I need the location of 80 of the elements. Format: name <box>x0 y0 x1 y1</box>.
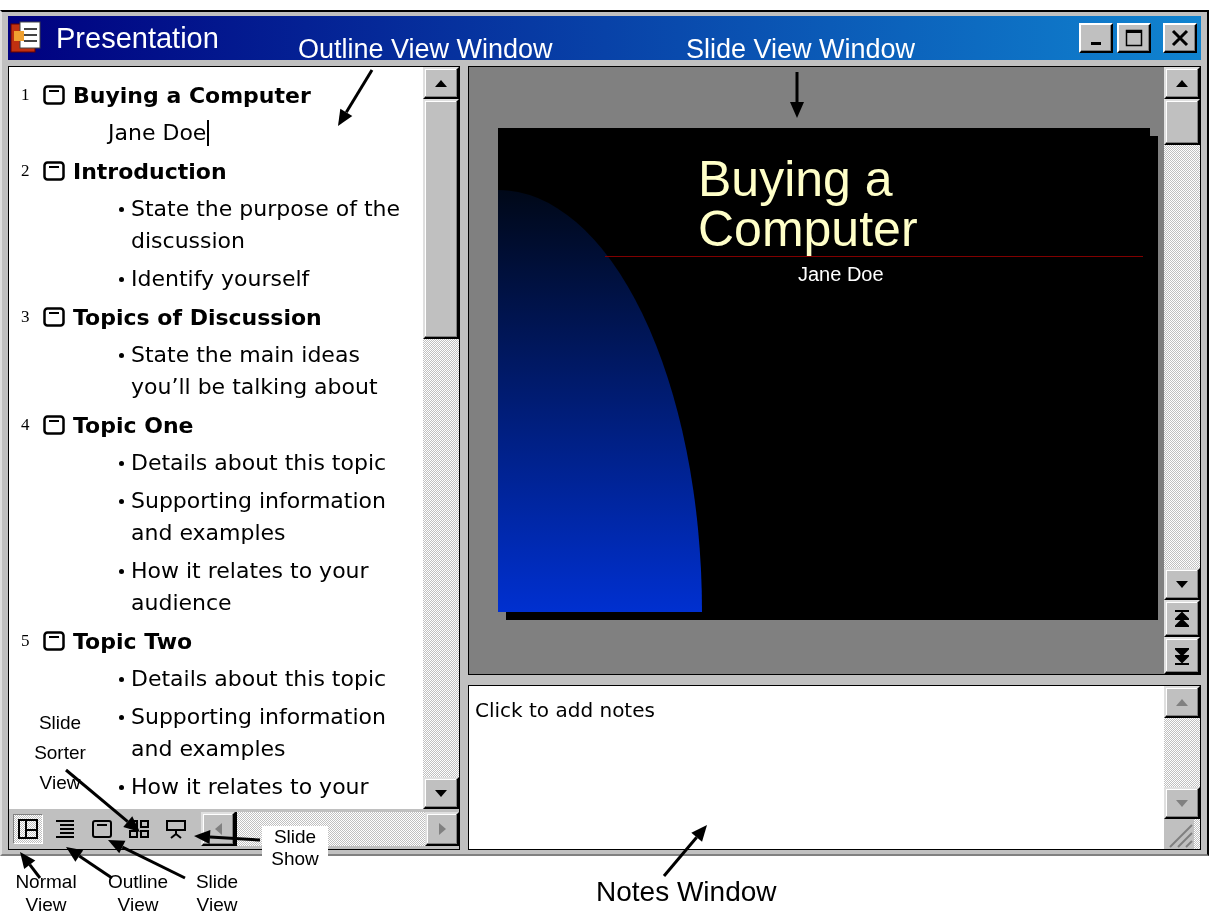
bullet-icon <box>119 277 124 282</box>
bullet-text[interactable]: Supporting information and examples <box>131 701 423 765</box>
bullet-text[interactable]: Identify yourself <box>131 263 423 295</box>
slide-title[interactable]: Introduction <box>73 158 227 184</box>
minimize-icon <box>1091 41 1101 45</box>
window-title: Presentation <box>56 21 219 55</box>
bullet-icon <box>119 785 124 790</box>
bullet-icon <box>119 353 124 358</box>
scroll-thumb[interactable] <box>423 99 459 339</box>
projector-screen-icon <box>166 819 186 839</box>
bullet-icon <box>119 677 124 682</box>
slide-icon <box>43 415 65 435</box>
next-slide-button[interactable] <box>1164 637 1200 674</box>
document-icon <box>10 21 44 55</box>
outline-pane[interactable] <box>9 67 423 809</box>
bullet-text[interactable]: Supporting information and examples <box>131 485 423 549</box>
double-up-arrow-icon <box>1175 609 1189 628</box>
slide-title[interactable]: Topic Two <box>73 628 193 654</box>
bullet-text[interactable]: Details about this topic <box>131 663 423 695</box>
slide-title[interactable]: Topics of Discussion <box>73 304 322 330</box>
scroll-down-button[interactable] <box>423 777 459 809</box>
slide-icon <box>43 307 65 327</box>
callout-label: Slide Sorter View <box>33 711 87 795</box>
slide-number: 4 <box>21 415 31 435</box>
scrollbar[interactable] <box>1164 67 1200 674</box>
slide-title: Buying a Computer <box>698 154 919 254</box>
bullet-icon <box>119 461 124 466</box>
lines-icon <box>55 819 75 839</box>
close-icon <box>1171 29 1189 47</box>
bullet-icon <box>119 207 124 212</box>
up-arrow-icon <box>435 79 447 87</box>
double-down-arrow-icon <box>1175 646 1189 665</box>
slide-number: 5 <box>21 631 31 651</box>
callout-arrow <box>194 830 261 844</box>
bullet-text[interactable]: How it relates to your audience <box>131 555 423 619</box>
left-arrow-icon <box>214 823 222 835</box>
previous-slide-button[interactable] <box>1164 600 1200 637</box>
callout-label: Outline View <box>106 870 170 915</box>
callout-label: Slide View <box>194 870 240 915</box>
up-arrow-icon <box>1176 79 1188 87</box>
bullet-text[interactable]: State the main ideas you’ll be talking about <box>131 339 423 403</box>
slide-icon <box>43 631 65 651</box>
callout-label: Outline View Window <box>298 34 553 65</box>
minimize-button[interactable] <box>1079 23 1113 53</box>
normal-view-icon <box>18 819 38 839</box>
maximize-icon <box>1125 29 1143 47</box>
normal-view-button[interactable] <box>13 814 43 844</box>
maximize-button[interactable] <box>1117 23 1151 53</box>
slide-icon <box>43 161 65 181</box>
slide-icon <box>92 819 112 839</box>
scroll-right-button[interactable] <box>425 812 459 846</box>
down-arrow-icon <box>1176 580 1188 588</box>
callout-label: Notes Window <box>596 876 777 908</box>
slide-number: 2 <box>21 161 31 181</box>
slide-subtitle: Jane Doe <box>798 263 884 286</box>
scroll-down-button[interactable] <box>1164 568 1200 600</box>
bullet-icon <box>119 569 124 574</box>
grid-icon <box>129 819 149 839</box>
bullet-text[interactable]: Details about this topic <box>131 447 423 479</box>
down-arrow-icon <box>435 789 447 797</box>
callout-arrow <box>790 72 804 118</box>
slide-icon <box>43 85 65 105</box>
scroll-thumb[interactable] <box>1164 99 1200 145</box>
callout-label: Normal View <box>14 870 78 915</box>
close-button[interactable] <box>1163 23 1197 53</box>
slide-title[interactable]: Buying a Computer <box>73 82 311 108</box>
right-arrow-icon <box>438 823 446 835</box>
slide-title[interactable]: Topic One <box>73 412 194 438</box>
slide-number: 1 <box>21 85 31 105</box>
slide-number: 3 <box>21 307 31 327</box>
scroll-up-button[interactable] <box>423 67 459 99</box>
callout-arrow <box>338 69 374 126</box>
subtitle-text[interactable]: Jane Doe <box>108 117 207 149</box>
bullet-icon <box>119 715 124 720</box>
scroll-up-button[interactable] <box>1164 67 1200 99</box>
scrollbar[interactable] <box>423 67 459 809</box>
callout-label: Slide View Window <box>686 34 916 65</box>
bullet-text[interactable]: State the purpose of the discussion <box>131 193 423 257</box>
bullet-text[interactable]: How it relates to your <box>131 771 423 803</box>
bullet-icon <box>119 499 124 504</box>
